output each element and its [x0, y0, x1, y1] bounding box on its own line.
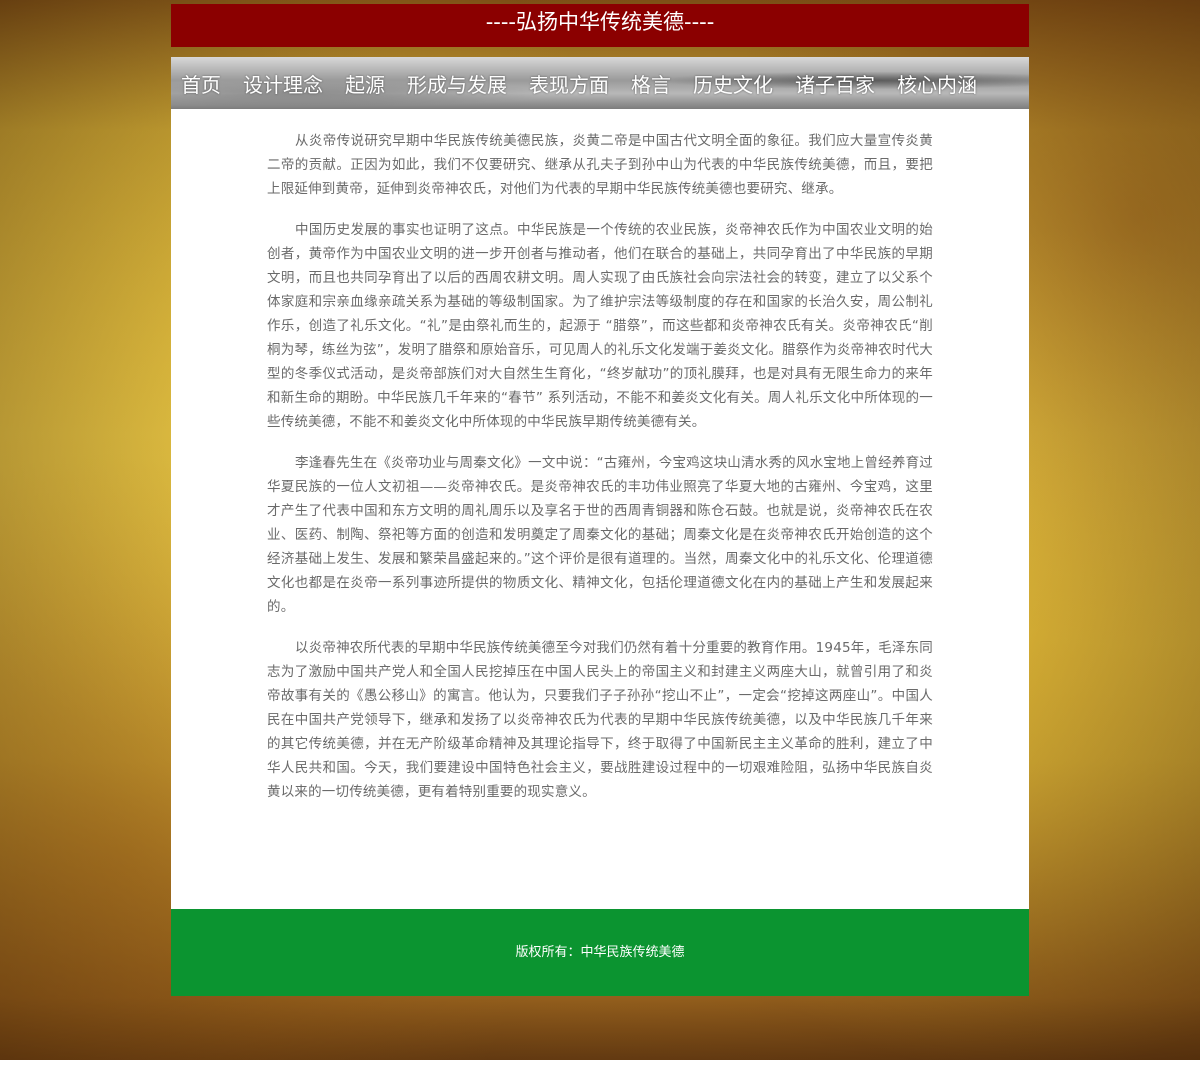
footer-copyright: 版权所有：中华民族传统美德 — [171, 909, 1029, 996]
nav-item-mottos[interactable]: 格言 — [631, 69, 671, 98]
nav-item-expressions[interactable]: 表现方面 — [529, 69, 609, 98]
page-bottom-strip — [0, 1060, 1200, 1084]
nav-list: 首页 设计理念 起源 形成与发展 表现方面 格言 历史文化 诸子百家 核心内涵 — [171, 57, 1029, 109]
article-paragraph: 中国历史发展的事实也证明了这点。中华民族是一个传统的农业民族，炎帝神农氏作为中国… — [267, 222, 933, 430]
article-body: 从炎帝传说研究早期中华民族传统美德民族，炎黄二帝是中国古代文明全面的象征。我们应… — [267, 129, 933, 821]
nav-item-formation-development[interactable]: 形成与发展 — [407, 69, 507, 98]
article-paragraph: 以炎帝神农所代表的早期中华民族传统美德至今对我们仍然有着十分重要的教育作用。19… — [267, 640, 933, 800]
main-nav: 首页 设计理念 起源 形成与发展 表现方面 格言 历史文化 诸子百家 核心内涵 — [171, 57, 1029, 109]
nav-item-design-concept[interactable]: 设计理念 — [243, 69, 323, 98]
nav-item-origin[interactable]: 起源 — [345, 69, 385, 98]
nav-item-hundred-schools[interactable]: 诸子百家 — [795, 69, 875, 98]
nav-item-history-culture[interactable]: 历史文化 — [693, 69, 773, 98]
article-paragraph: 李逢春先生在《炎帝功业与周秦文化》一文中说：“古雍州，今宝鸡这块山清水秀的风水宝… — [267, 455, 933, 615]
main-content: 从炎帝传说研究早期中华民族传统美德民族，炎黄二帝是中国古代文明全面的象征。我们应… — [171, 109, 1029, 909]
nav-item-home[interactable]: 首页 — [181, 69, 221, 98]
nav-item-core-connotation[interactable]: 核心内涵 — [897, 69, 977, 98]
article-paragraph: 从炎帝传说研究早期中华民族传统美德民族，炎黄二帝是中国古代文明全面的象征。我们应… — [267, 133, 933, 197]
site-title: ----弘扬中华传统美德---- — [171, 4, 1029, 47]
